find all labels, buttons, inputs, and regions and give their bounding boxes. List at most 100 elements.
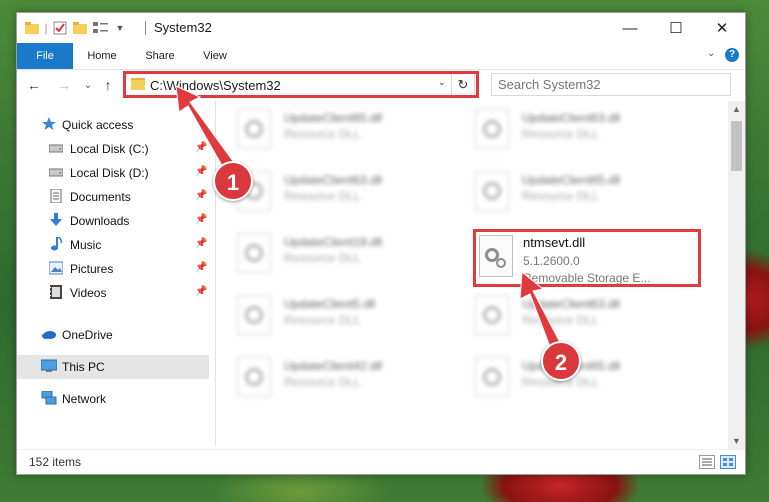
quick-access-dropdown-icon[interactable]: ▼ <box>115 19 125 37</box>
dll-file-icon <box>237 233 271 273</box>
sidebar-item-quick-access[interactable]: Quick access <box>17 113 209 137</box>
details-view-icon[interactable] <box>699 455 715 469</box>
scroll-thumb[interactable] <box>731 121 742 171</box>
pin-icon: 📌 <box>195 214 208 225</box>
expand-ribbon-icon[interactable]: ⌄ <box>707 48 715 59</box>
file-type: Resource DLL <box>284 375 361 389</box>
scroll-up-icon[interactable]: ▲ <box>728 101 745 117</box>
sidebar-item-label: Network <box>62 392 107 406</box>
file-item[interactable]: UpdateClient65.dll Resource DLL <box>217 105 437 153</box>
file-item[interactable]: UpdateClient19.dll Resource DLL <box>217 229 437 277</box>
file-type: Resource DLL <box>284 127 361 141</box>
file-item[interactable]: UpdateClient65.dll Resource DLL <box>455 167 675 215</box>
file-name: UpdateClient42.dll <box>284 359 383 373</box>
pin-icon: 📌 <box>195 286 208 297</box>
file-type: Resource DLL <box>522 127 599 141</box>
back-button[interactable]: ← <box>25 76 43 94</box>
file-item[interactable]: UpdateClient5.dll Resource DLL <box>217 291 437 339</box>
minimize-button[interactable]: — <box>607 13 653 43</box>
file-explorer-window: | ▼ System32 — ☐ ✕ File Home Share View … <box>16 12 746 475</box>
dll-file-icon <box>475 295 509 335</box>
tab-home[interactable]: Home <box>77 43 127 69</box>
status-bar: 152 items <box>17 449 745 474</box>
file-name: UpdateClient63.dll <box>522 111 621 125</box>
help-icon[interactable]: ? <box>725 48 739 62</box>
tab-file[interactable]: File <box>17 43 73 69</box>
sidebar-item-music[interactable]: Music 📌 <box>17 233 209 257</box>
dll-file-icon <box>475 357 509 397</box>
toolbar-separator: | <box>44 21 48 35</box>
sidebar-item-label: Local Disk (C:) <box>70 142 149 156</box>
sidebar-item-downloads[interactable]: Downloads 📌 <box>17 209 209 233</box>
drive-icon <box>49 168 63 177</box>
scroll-down-icon[interactable]: ▼ <box>728 433 745 449</box>
close-button[interactable]: ✕ <box>699 13 745 43</box>
tab-share[interactable]: Share <box>135 43 185 69</box>
file-name: UpdateClient63.dll <box>522 297 621 311</box>
cloud-icon <box>42 331 56 339</box>
file-name: UpdateClient65.dll <box>284 111 383 125</box>
sidebar-item-label: Quick access <box>62 118 134 132</box>
properties-icon[interactable] <box>53 19 67 37</box>
drive-icon <box>49 144 63 153</box>
file-type: Resource DLL <box>284 313 361 327</box>
search-box[interactable] <box>491 73 731 96</box>
up-button[interactable]: ↑ <box>99 76 117 94</box>
search-input[interactable] <box>498 76 698 92</box>
tiles-view-icon[interactable] <box>720 455 736 469</box>
pin-icon: 📌 <box>195 262 208 273</box>
sidebar-item-pictures[interactable]: Pictures 📌 <box>17 257 209 281</box>
title-bar: | ▼ System32 — ☐ ✕ <box>17 13 745 43</box>
sidebar-item-local-disk-d[interactable]: Local Disk (D:) 📌 <box>17 161 209 185</box>
file-type: Resource DLL <box>284 189 361 203</box>
file-item[interactable]: UpdateClient63.dll Resource DLL <box>455 105 675 153</box>
dll-file-icon <box>475 109 509 149</box>
dll-file-icon <box>237 109 271 149</box>
tab-view[interactable]: View <box>193 43 237 69</box>
forward-button[interactable]: → <box>55 76 73 94</box>
recent-locations-button[interactable]: ⌄ <box>79 76 97 94</box>
file-name: UpdateClient19.dll <box>284 235 383 249</box>
dll-file-icon <box>237 295 271 335</box>
new-folder-icon[interactable] <box>73 19 87 37</box>
maximize-button[interactable]: ☐ <box>653 13 699 43</box>
file-highlight-box <box>473 229 701 287</box>
sidebar-item-label: Downloads <box>70 214 130 228</box>
dll-file-icon <box>237 357 271 397</box>
dll-file-icon <box>475 171 509 211</box>
sidebar-item-label: Videos <box>70 286 107 300</box>
step-1-badge: 1 <box>213 161 253 201</box>
sidebar-item-label: This PC <box>62 360 105 374</box>
sidebar-item-videos[interactable]: Videos 📌 <box>17 281 209 305</box>
file-type: Resource DLL <box>284 251 361 265</box>
sidebar-item-label: Pictures <box>70 262 114 276</box>
network-icon <box>41 391 57 405</box>
file-item[interactable]: UpdateClient63.dll Resource DLL <box>455 291 675 339</box>
computer-icon <box>41 359 57 372</box>
file-item[interactable]: UpdateClient42.dll Resource DLL <box>217 353 437 401</box>
pin-icon: 📌 <box>195 166 208 177</box>
pane-divider[interactable] <box>215 101 216 446</box>
sidebar-item-label: Documents <box>70 190 131 204</box>
file-name: UpdateClient5.dll <box>284 297 376 311</box>
pin-icon: 📌 <box>195 238 208 249</box>
navigation-pane: Quick access Local Disk (C:) 📌 Local Dis… <box>17 109 209 449</box>
customize-view-icon[interactable] <box>93 19 109 37</box>
window-title: System32 <box>154 20 212 35</box>
sidebar-item-local-disk-c[interactable]: Local Disk (C:) 📌 <box>17 137 209 161</box>
file-type: Resource DLL <box>522 313 599 327</box>
download-icon <box>50 213 62 226</box>
file-name: UpdateClient63.dll <box>284 173 383 187</box>
sidebar-item-documents[interactable]: Documents 📌 <box>17 185 209 209</box>
file-name: UpdateClient65.dll <box>522 173 621 187</box>
sidebar-item-network[interactable]: Network <box>17 387 209 411</box>
navigation-bar: ← → ⌄ ↑ C:\Windows\System32 ⌄ ↻ <box>17 70 745 100</box>
sidebar-item-this-pc[interactable]: This PC <box>17 355 209 379</box>
videos-icon <box>50 285 62 299</box>
pin-icon: 📌 <box>195 190 208 201</box>
sidebar-item-onedrive[interactable]: OneDrive <box>17 323 209 347</box>
ribbon-tabs: File Home Share View ⌄ ? <box>17 43 745 70</box>
star-icon <box>42 117 56 130</box>
sidebar-item-label: OneDrive <box>62 328 113 342</box>
vertical-scrollbar[interactable]: ▲ ▼ <box>728 101 745 449</box>
